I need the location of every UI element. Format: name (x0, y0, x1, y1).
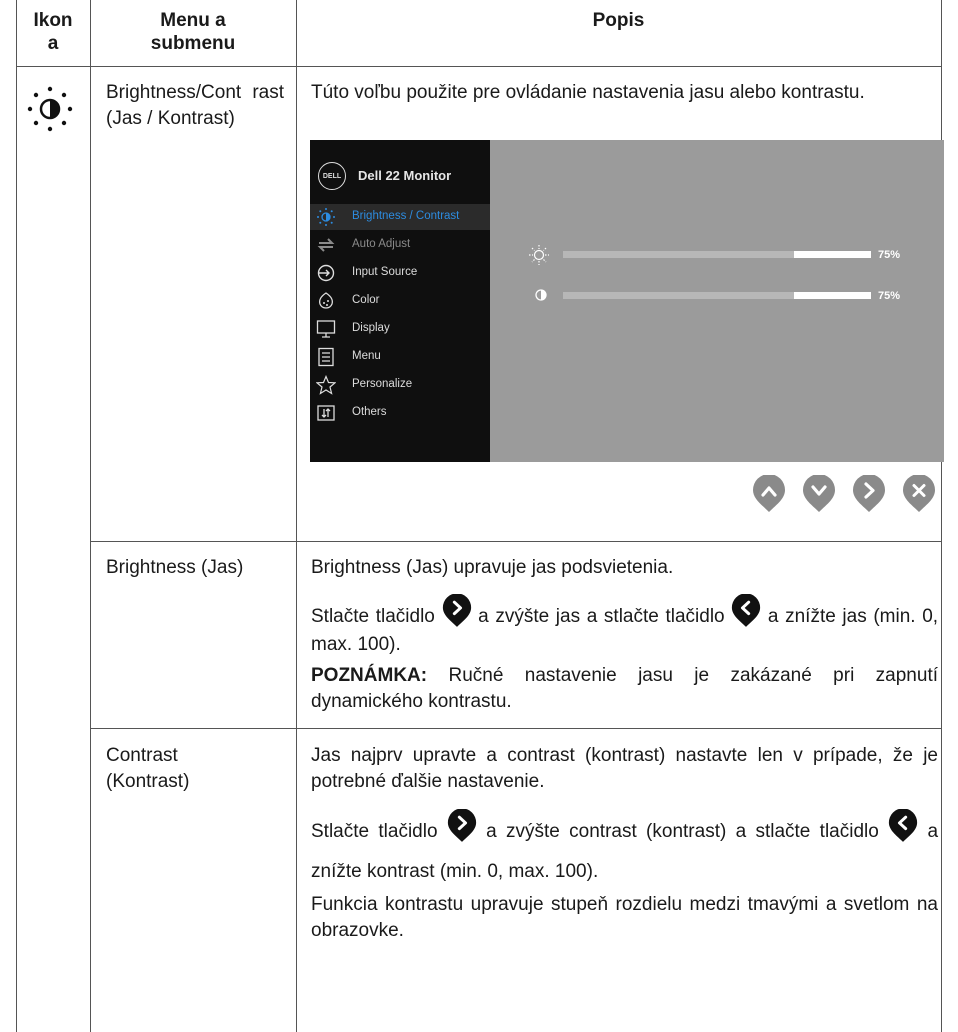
right-arrow-button-icon (442, 594, 471, 627)
header-icon: Ikon a (33, 10, 73, 54)
brightness-icon (316, 207, 336, 227)
osd-title: Dell 22 Monitor (358, 168, 452, 183)
brightness-icon (24, 83, 76, 135)
row-divider-1 (90, 541, 942, 542)
table-border-col1 (90, 0, 91, 1032)
right-arrow-button-icon (447, 809, 476, 842)
row2-paragraph-1: Brightness (Jas) upravuje jas podsvieten… (311, 557, 674, 578)
row3-description: Jas najprv upravte a contrast (kontrast)… (311, 743, 938, 944)
osd-menu-auto-adjust[interactable]: Auto Adjust (310, 232, 490, 258)
osd-right-button[interactable] (852, 475, 886, 513)
row2-description: Brightness (Jas) upravuje jas podsvieten… (311, 555, 938, 715)
contrast-slider-icon (534, 288, 548, 302)
table-border-col2 (296, 0, 297, 1032)
osd-close-button[interactable] (902, 475, 936, 513)
osd-menu-personalize[interactable]: Personalize (310, 372, 490, 398)
contrast-value: 75% (878, 290, 901, 302)
brightness-value: 75% (878, 249, 901, 261)
osd-menu-brightness-contrast[interactable]: Brightness / Contrast (310, 204, 490, 230)
row2-note: POZNÁMKA: Ručné nastavenie jasu je zakáz… (311, 665, 939, 712)
header-divider (16, 66, 942, 67)
color-icon (316, 291, 336, 311)
row2-paragraph-2: Stlačte tlačidlo a zvýšte jas a stlačte … (311, 594, 938, 659)
row3-paragraph-1: Jas najprv upravte a contrast (kontrast)… (311, 745, 938, 792)
brightness-slider[interactable] (563, 251, 871, 258)
dell-logo: DELL (318, 162, 346, 190)
table-border-left (16, 0, 17, 1032)
row1-menu-label: Brightness/Cont rast (Jas / Kontrast) (106, 82, 284, 129)
osd-up-button[interactable] (752, 475, 786, 513)
osd-menu-menu[interactable]: Menu (310, 344, 490, 370)
left-arrow-button-icon (889, 809, 918, 842)
osd-menu-color[interactable]: Color (310, 288, 490, 314)
osd-menu-input-source[interactable]: Input Source (310, 260, 490, 286)
osd-screenshot: DELL Dell 22 Monitor Brightness / Contra… (310, 140, 944, 462)
row3-paragraph-2: Stlačte tlačidlo a zvýšte contrast (kont… (311, 809, 938, 892)
row3-menu-label: Contrast (Kontrast) (106, 745, 190, 792)
input-source-icon (316, 263, 336, 283)
auto-adjust-icon (316, 235, 336, 255)
menu-icon (316, 347, 336, 367)
star-icon (315, 374, 337, 395)
header-description: Popis (592, 10, 645, 31)
osd-down-button[interactable] (802, 475, 836, 513)
header-menu: Menu a submenu (150, 10, 236, 54)
left-arrow-button-icon (732, 594, 761, 627)
row3-paragraph-3: Funkcia kontrastu upravuje stupeň rozdie… (311, 894, 938, 941)
row-divider-2 (90, 728, 942, 729)
others-icon (316, 403, 336, 423)
display-icon (316, 319, 336, 339)
osd-menu-display[interactable]: Display (310, 316, 490, 342)
contrast-slider[interactable] (563, 292, 871, 299)
brightness-slider-fill (794, 251, 871, 258)
brightness-slider-icon (528, 244, 550, 266)
osd-sidebar: DELL Dell 22 Monitor Brightness / Contra… (310, 140, 490, 462)
osd-menu-others[interactable]: Others (310, 400, 490, 426)
contrast-slider-fill (794, 292, 871, 299)
row2-menu-label: Brightness (Jas) (106, 557, 244, 578)
row1-description: Túto voľbu použite pre ovládanie nastave… (311, 82, 865, 103)
